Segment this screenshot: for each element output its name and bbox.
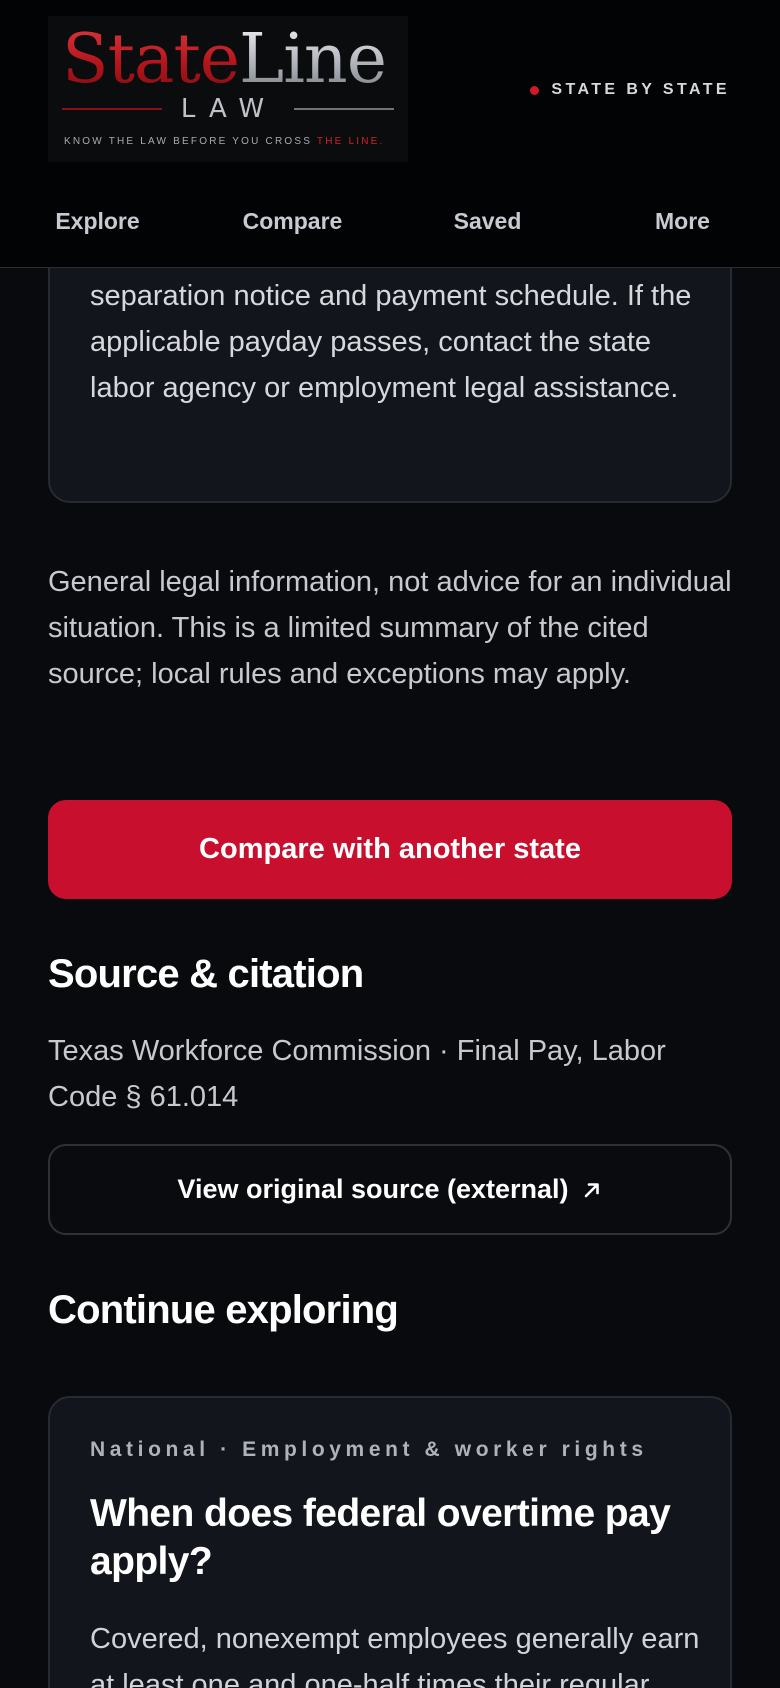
nav-saved[interactable]: Saved: [390, 186, 585, 256]
logo-word-state: State: [62, 20, 240, 99]
nav-explore[interactable]: Explore: [0, 186, 195, 256]
view-original-source-button[interactable]: View original source (external): [48, 1144, 732, 1235]
source-citation: Texas Workforce Commission · Final Pay, …: [48, 1035, 666, 1113]
state-by-state-label: STATE BY STATE: [551, 81, 730, 98]
logo-rule-left: [62, 108, 162, 110]
related-topic-summary: Covered, nonexempt employees generally e…: [90, 1623, 700, 1688]
red-dot-icon: [530, 85, 540, 95]
stateline-law-logo[interactable]: StateLine LAW KNOW THE LAW BEFORE YOU CR…: [48, 16, 408, 162]
main-nav: Explore Compare Saved More: [0, 186, 780, 256]
source-heading: Source & citation: [48, 952, 364, 996]
logo-tagline-main: KNOW THE LAW BEFORE YOU CROSS: [64, 136, 317, 147]
related-topic-card[interactable]: National · Employment & worker rights Wh…: [48, 1396, 732, 1688]
logo-word-line: Line: [239, 20, 387, 99]
nav-more[interactable]: More: [585, 186, 780, 256]
view-original-source-label: View original source (external): [177, 1174, 569, 1204]
logo-tagline: KNOW THE LAW BEFORE YOU CROSS THE LINE.: [64, 136, 384, 147]
logo-tagline-accent: THE LINE.: [316, 136, 385, 147]
logo-wordmark: StateLine: [62, 20, 387, 99]
related-topic-category: National · Employment & worker rights: [90, 1438, 648, 1461]
external-arrow-icon: [584, 1182, 599, 1197]
page: employer pay by the date required. Keep …: [0, 0, 780, 1688]
related-topic-title: When does federal overtime pay apply?: [90, 1492, 671, 1583]
logo-rule-right: [294, 108, 394, 110]
continue-exploring-heading: Continue exploring: [48, 1288, 399, 1332]
logo-subtitle: LAW: [180, 94, 278, 124]
legal-disclaimer: General legal information, not advice fo…: [48, 566, 732, 690]
site-header: StateLine LAW KNOW THE LAW BEFORE YOU CR…: [0, 0, 780, 268]
state-by-state-link[interactable]: STATE BY STATE: [530, 80, 730, 100]
nav-compare[interactable]: Compare: [195, 186, 390, 256]
compare-with-another-state-button[interactable]: Compare with another state: [48, 800, 732, 899]
